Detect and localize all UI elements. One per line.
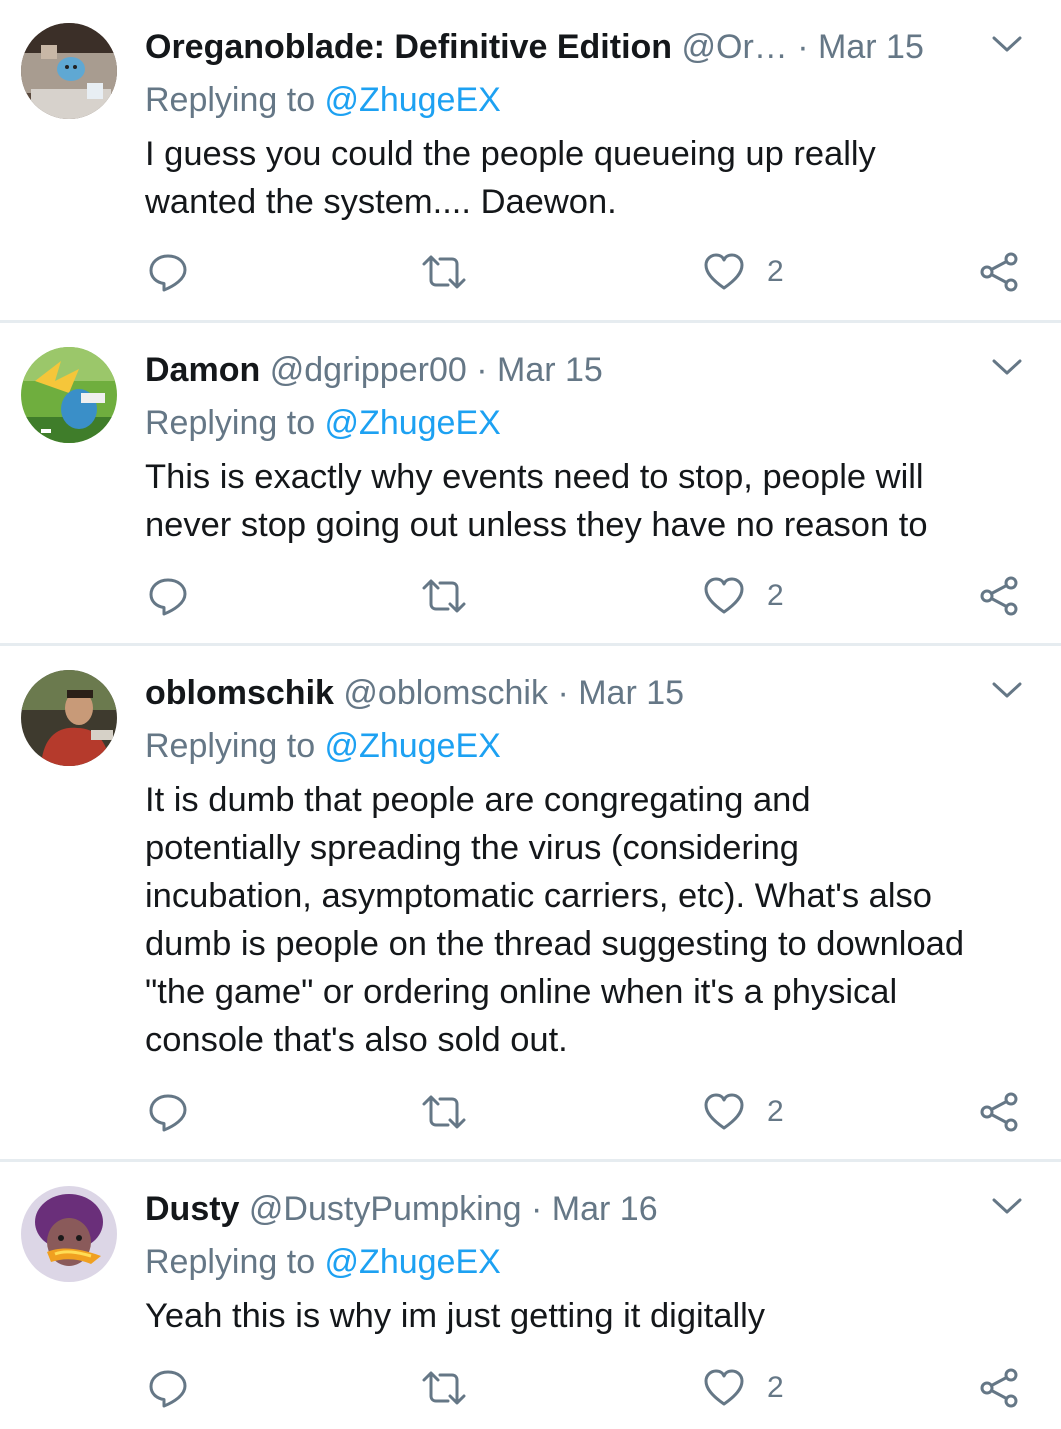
replying-to: Replying to @ZhugeEX [145, 723, 501, 769]
like-count: 2 [767, 579, 784, 612]
replying-prefix: Replying to [145, 727, 325, 765]
avatar[interactable] [21, 670, 117, 766]
reply-icon [149, 254, 187, 292]
user-handle[interactable]: @DustyPumpking [249, 1190, 522, 1228]
retweet-button[interactable] [420, 1090, 468, 1134]
tweet[interactable]: oblomschik @oblomschik · Mar 15 Replying… [0, 646, 1061, 1162]
heart-icon [704, 1369, 744, 1406]
mention-link[interactable]: @ZhugeEX [325, 1243, 501, 1281]
avatar[interactable] [21, 347, 117, 443]
chevron-down-icon[interactable] [989, 1188, 1025, 1224]
like-button[interactable]: 2 [703, 1090, 784, 1134]
retweet-icon [422, 255, 466, 289]
reply-feed: Oreganoblade: Definitive Edition @Or… · … [0, 0, 1061, 1429]
separator: · [531, 1190, 543, 1228]
reply-button[interactable] [146, 574, 190, 618]
tweet-text-line: incubation, asymptomatic carriers, etc).… [145, 877, 932, 915]
tweet[interactable]: Oreganoblade: Definitive Edition @Or… · … [0, 0, 1061, 323]
heart-icon [704, 577, 744, 614]
tweet-text: Yeah this is why im just getting it digi… [145, 1292, 1031, 1340]
tweet-text-line: wanted the system.... Daewon. [145, 183, 617, 221]
separator: · [797, 28, 809, 66]
user-handle[interactable]: @oblomschik [343, 674, 548, 712]
replying-to: Replying to @ZhugeEX [145, 400, 501, 446]
retweet-icon [422, 1371, 466, 1405]
user-handle[interactable]: @dgripper00 [270, 351, 467, 389]
tweet-header: Damon @dgripper00 · Mar 15 [145, 347, 941, 393]
chevron-down-icon[interactable] [989, 349, 1025, 385]
display-name[interactable]: Dusty [145, 1190, 239, 1228]
share-icon [980, 576, 1018, 616]
tweet-text-line: dumb is people on the thread suggesting … [145, 925, 965, 963]
like-count: 2 [767, 1095, 784, 1128]
share-button[interactable] [978, 250, 1022, 294]
share-icon [980, 1368, 1018, 1408]
mention-link[interactable]: @ZhugeEX [325, 404, 501, 442]
tweet-text-line: Yeah this is why im just getting it digi… [145, 1297, 766, 1335]
display-name[interactable]: oblomschik [145, 674, 334, 712]
tweet-text: This is exactly why events need to stop,… [145, 453, 1031, 549]
like-button[interactable]: 2 [703, 574, 784, 618]
reply-button[interactable] [146, 1366, 190, 1410]
like-count: 2 [767, 1371, 784, 1404]
chevron-down-icon[interactable] [989, 672, 1025, 708]
tweet-date[interactable]: Mar 15 [497, 351, 603, 389]
tweet-text-line: potentially spreading the virus (conside… [145, 829, 799, 867]
tweet-date[interactable]: Mar 15 [818, 28, 924, 66]
retweet-icon [422, 579, 466, 613]
separator: · [476, 351, 488, 389]
retweet-icon [422, 1095, 466, 1129]
display-name[interactable]: Damon [145, 351, 260, 389]
share-button[interactable] [978, 1366, 1022, 1410]
tweet-text: It is dumb that people are congregating … [145, 776, 1031, 1064]
tweet-text-line: It is dumb that people are congregating … [145, 781, 811, 819]
tweet-text-line: "the game" or ordering online when it's … [145, 973, 898, 1011]
tweet-text: I guess you could the people queueing up… [145, 130, 1031, 226]
avatar[interactable] [21, 1186, 117, 1282]
tweet[interactable]: Dusty @DustyPumpking · Mar 16 Replying t… [0, 1162, 1061, 1429]
tweet[interactable]: Damon @dgripper00 · Mar 15 Replying to @… [0, 323, 1061, 646]
reply-icon [149, 578, 187, 616]
chevron-down-icon[interactable] [989, 26, 1025, 62]
heart-icon [704, 1093, 744, 1130]
like-count: 2 [767, 255, 784, 288]
tweet-date[interactable]: Mar 16 [552, 1190, 658, 1228]
tweet-date[interactable]: Mar 15 [578, 674, 684, 712]
share-button[interactable] [978, 1090, 1022, 1134]
like-button[interactable]: 2 [703, 1366, 784, 1410]
tweet-text-line: never stop going out unless they have no… [145, 506, 928, 544]
display-name[interactable]: Oreganoblade: Definitive Edition [145, 28, 672, 66]
replying-to: Replying to @ZhugeEX [145, 77, 501, 123]
user-handle[interactable]: @Or… [682, 28, 788, 66]
tweet-text-line: This is exactly why events need to stop,… [145, 458, 924, 496]
tweet-text-line: I guess you could the people queueing up… [145, 135, 876, 173]
separator: · [557, 674, 569, 712]
retweet-button[interactable] [420, 574, 468, 618]
mention-link[interactable]: @ZhugeEX [325, 81, 501, 119]
reply-button[interactable] [146, 1090, 190, 1134]
replying-prefix: Replying to [145, 81, 325, 119]
mention-link[interactable]: @ZhugeEX [325, 727, 501, 765]
retweet-button[interactable] [420, 250, 468, 294]
share-icon [980, 1092, 1018, 1132]
tweet-header: Oreganoblade: Definitive Edition @Or… · … [145, 24, 941, 70]
share-button[interactable] [978, 574, 1022, 618]
replying-to: Replying to @ZhugeEX [145, 1239, 501, 1285]
reply-button[interactable] [146, 250, 190, 294]
reply-icon [149, 1094, 187, 1132]
like-button[interactable]: 2 [703, 250, 784, 294]
tweet-header: oblomschik @oblomschik · Mar 15 [145, 670, 941, 716]
replying-prefix: Replying to [145, 404, 325, 442]
tweet-header: Dusty @DustyPumpking · Mar 16 [145, 1186, 941, 1232]
avatar[interactable] [21, 23, 117, 119]
retweet-button[interactable] [420, 1366, 468, 1410]
share-icon [980, 252, 1018, 292]
tweet-text-line: console that's also sold out. [145, 1021, 568, 1059]
reply-icon [149, 1370, 187, 1408]
replying-prefix: Replying to [145, 1243, 325, 1281]
heart-icon [704, 253, 744, 290]
